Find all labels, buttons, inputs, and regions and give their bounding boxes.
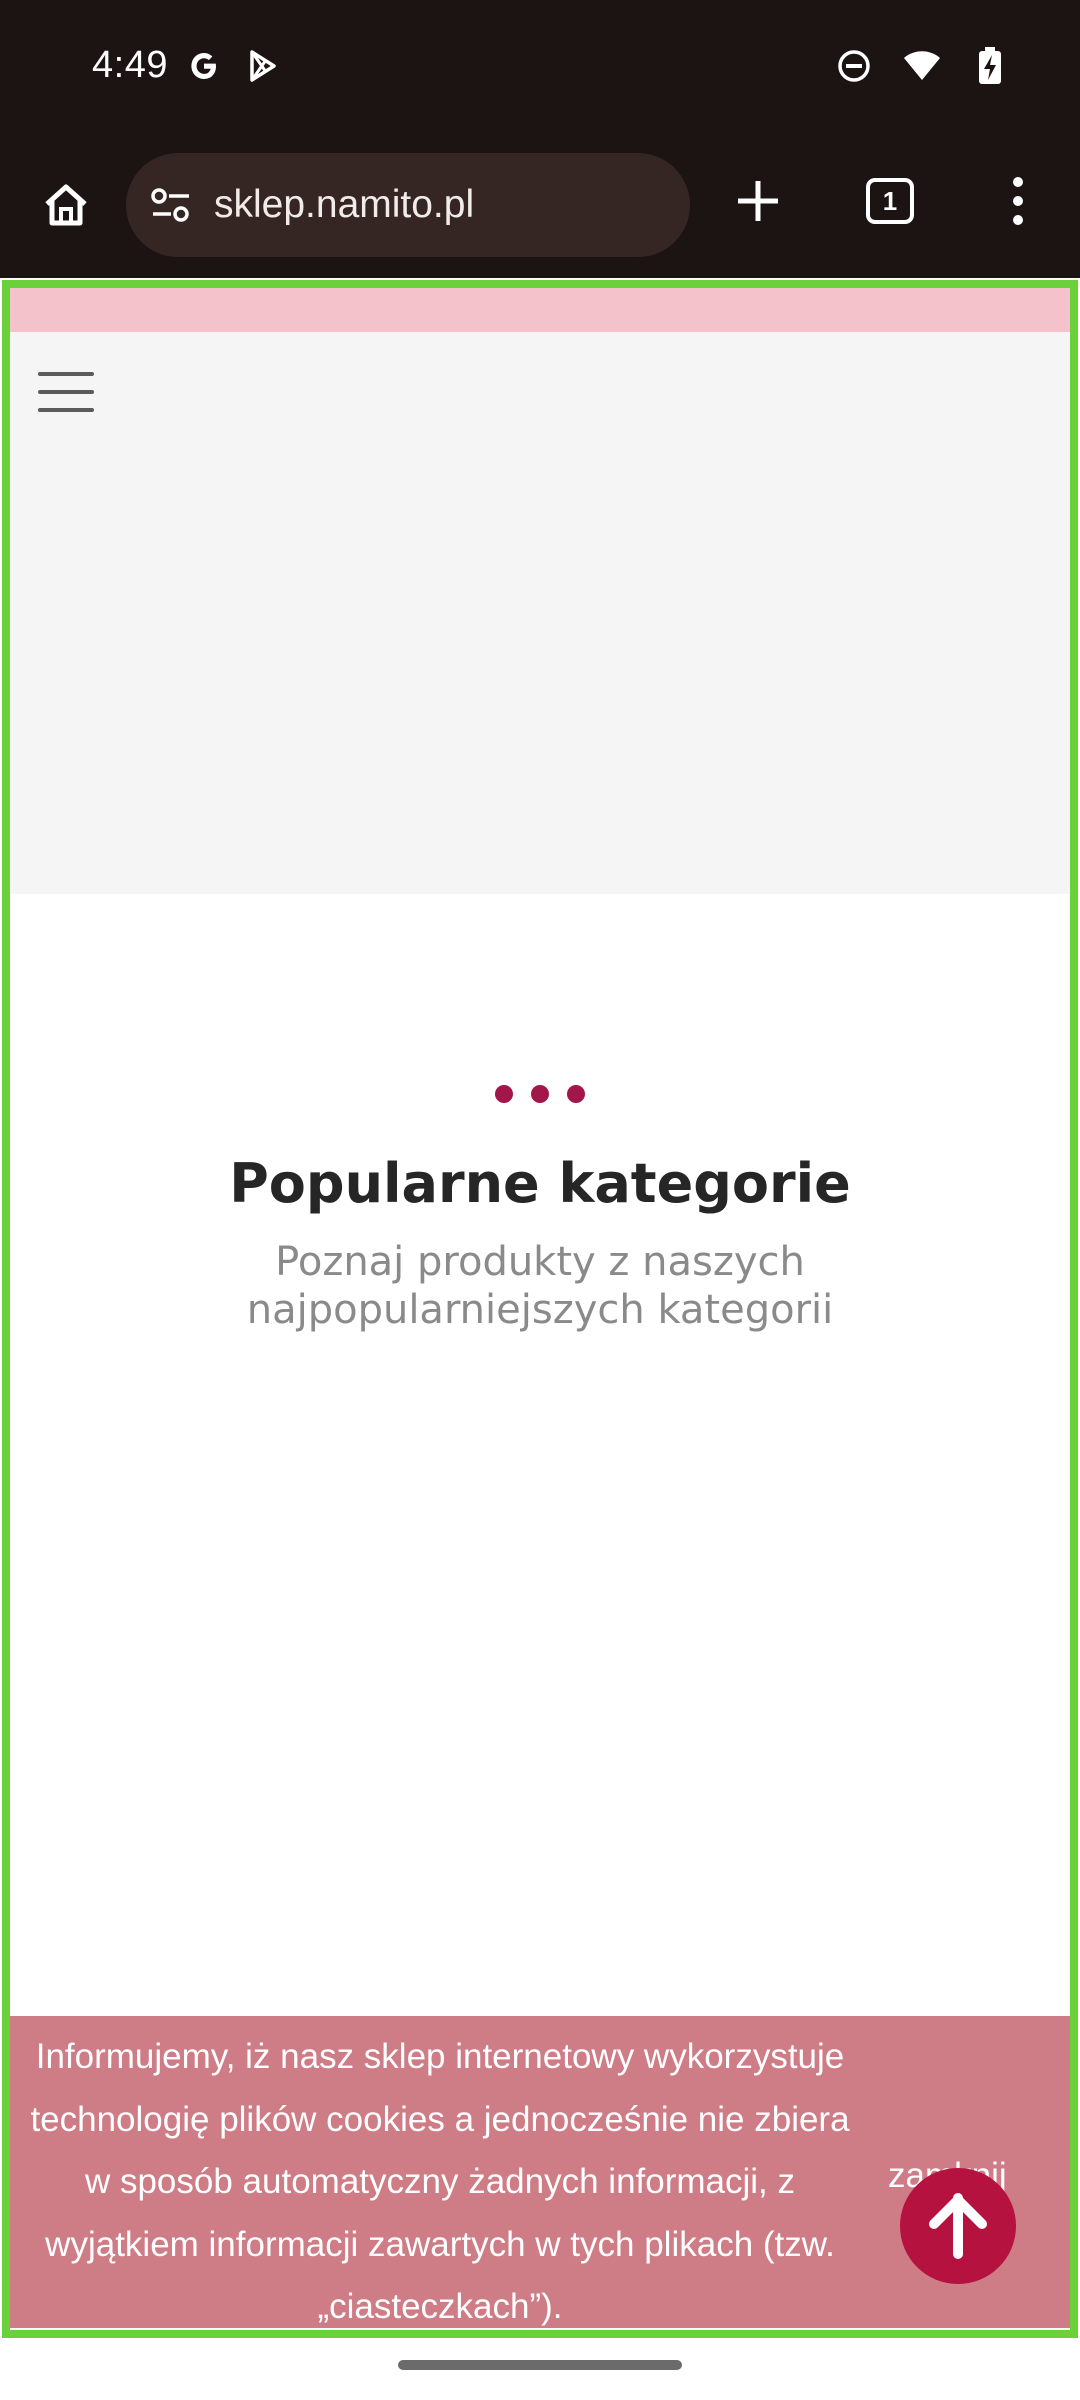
- browser-toolbar: sklep.namito.pl 1: [0, 133, 1080, 413]
- dot: [531, 1085, 549, 1103]
- menu-dot: [1013, 196, 1023, 206]
- cookie-message: Informujemy, iż nasz sklep internetowy w…: [0, 2026, 880, 2339]
- dot: [495, 1085, 513, 1103]
- plus-icon: [738, 181, 778, 221]
- tab-count: 1: [866, 178, 914, 224]
- status-right-icons: [834, 46, 1010, 86]
- arrow-up-icon: [929, 2193, 987, 2259]
- cookie-line: wyjątkiem informacji zawartych w tych pl…: [45, 2224, 835, 2264]
- cookie-banner: Informujemy, iż nasz sklep internetowy w…: [10, 2016, 1070, 2328]
- page-header: [10, 332, 1070, 894]
- status-time: 4:49: [92, 44, 168, 86]
- browser-menu-button[interactable]: [982, 165, 1054, 237]
- site-settings-icon[interactable]: [148, 182, 194, 228]
- wifi-icon: [902, 46, 942, 86]
- cookie-line: w sposób automatyczny żadnych informacji…: [84, 2162, 796, 2201]
- play-store-icon: [242, 46, 282, 86]
- tab-switcher-button[interactable]: 1: [854, 165, 926, 237]
- gesture-navigation-bar[interactable]: [398, 2360, 682, 2370]
- status-bar: 4:49: [0, 0, 1080, 133]
- home-icon: [45, 184, 87, 226]
- do-not-disturb-icon: [834, 46, 874, 86]
- section-title: Popularne kategorie: [229, 1152, 851, 1215]
- google-icon: [184, 46, 224, 86]
- url-text[interactable]: sklep.namito.pl: [214, 183, 474, 227]
- menu-dot: [1013, 177, 1023, 187]
- cookie-line: technologię plików cookies a jednocześni…: [30, 2099, 850, 2139]
- hamburger-menu-icon[interactable]: [38, 372, 94, 412]
- scroll-to-top-button[interactable]: [900, 2168, 1016, 2284]
- cookie-line: Informujemy, iż nasz sklep internetowy w…: [35, 2037, 845, 2076]
- status-left-icons: [184, 46, 282, 86]
- dot: [567, 1085, 585, 1103]
- top-banner-strip: [10, 288, 1070, 332]
- section-decoration-dots: [0, 1085, 1080, 1103]
- new-tab-button[interactable]: [722, 165, 794, 237]
- cookie-line: „ciasteczkach”).: [317, 2287, 563, 2326]
- battery-charging-icon: [970, 46, 1010, 86]
- menu-dot: [1013, 215, 1023, 225]
- section-subtitle: Poznaj produkty z naszych najpopularniej…: [246, 1239, 834, 1333]
- home-button[interactable]: [30, 169, 102, 241]
- address-bar[interactable]: sklep.namito.pl: [126, 153, 690, 257]
